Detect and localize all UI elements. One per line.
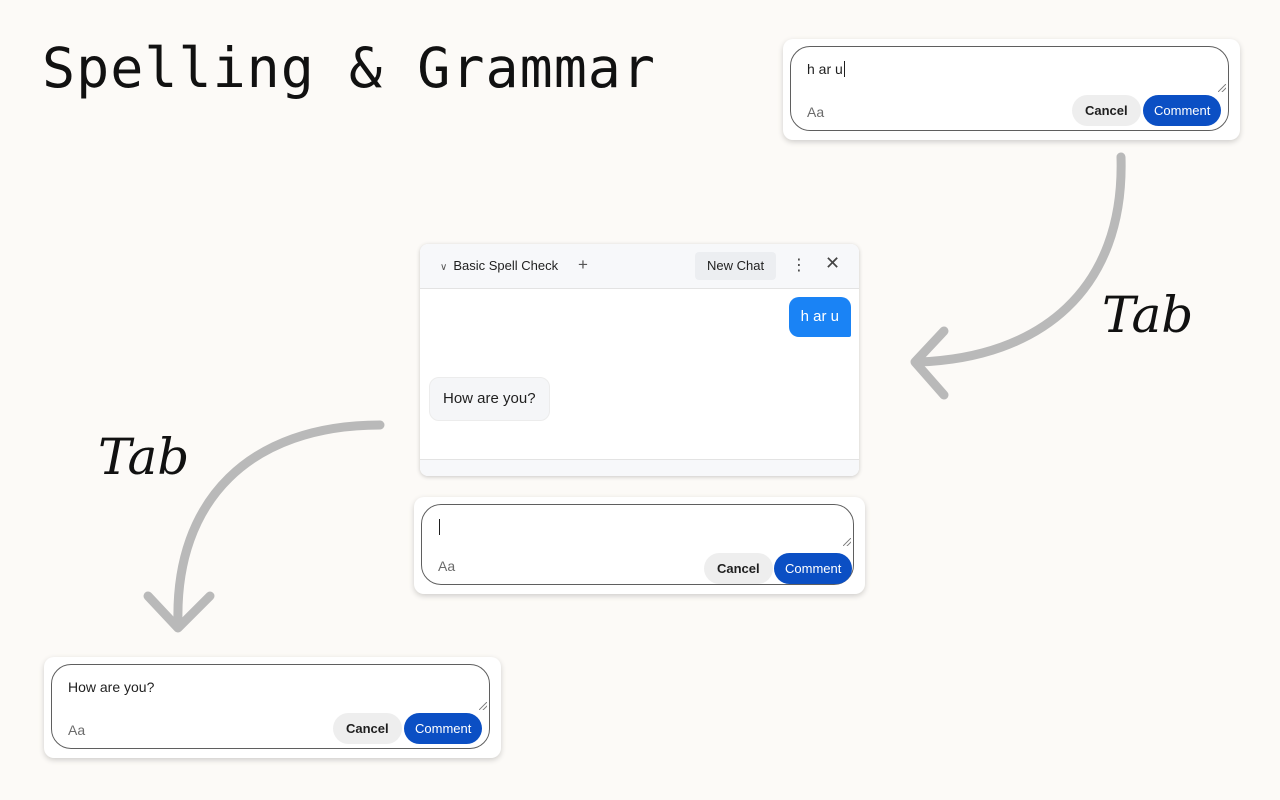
format-text-icon[interactable]: Aa (68, 722, 85, 738)
format-text-icon[interactable]: Aa (807, 104, 824, 120)
tab-label-left: Tab (98, 428, 190, 486)
tab-label-right: Tab (1102, 286, 1194, 344)
chat-footer (420, 459, 859, 476)
cancel-button[interactable]: Cancel (333, 713, 402, 744)
cancel-button[interactable]: Cancel (1072, 95, 1141, 126)
format-text-icon[interactable]: Aa (438, 558, 455, 574)
resize-handle[interactable] (479, 702, 487, 710)
text-caret (439, 519, 440, 535)
comment-box-top: h ar u Aa Cancel Comment (783, 39, 1240, 140)
comment-input[interactable]: h ar u (807, 61, 845, 77)
plus-icon[interactable]: + (578, 255, 588, 275)
comment-input[interactable] (438, 519, 440, 535)
cancel-button[interactable]: Cancel (704, 553, 773, 584)
chevron-down-icon: ∨ (440, 262, 448, 273)
comment-input-frame[interactable]: Aa Cancel Comment (421, 504, 854, 585)
new-chat-button[interactable]: New Chat (695, 252, 777, 280)
comment-box-middle: Aa Cancel Comment (414, 497, 865, 594)
chat-header: ∨ Basic Spell Check + New Chat ⋮ ✕ (420, 244, 859, 289)
chat-panel: ∨ Basic Spell Check + New Chat ⋮ ✕ h ar u… (420, 244, 859, 476)
close-icon[interactable]: ✕ (825, 253, 840, 274)
comment-button[interactable]: Comment (404, 713, 483, 744)
comment-input-frame[interactable]: How are you? Aa Cancel Comment (51, 664, 490, 749)
chat-title-dropdown[interactable]: ∨ Basic Spell Check (440, 258, 558, 273)
more-options-icon[interactable]: ⋮ (791, 255, 807, 275)
assistant-message[interactable]: How are you? (429, 377, 550, 421)
comment-input[interactable]: How are you? (68, 679, 154, 695)
comment-input-frame[interactable]: h ar u Aa Cancel Comment (790, 46, 1229, 131)
comment-box-bottom: How are you? Aa Cancel Comment (44, 657, 501, 758)
comment-button[interactable]: Comment (1143, 95, 1222, 126)
comment-button[interactable]: Comment (774, 553, 853, 584)
user-message: h ar u (788, 297, 851, 337)
resize-handle[interactable] (1218, 84, 1226, 92)
resize-handle[interactable] (843, 538, 851, 546)
text-caret (843, 61, 845, 77)
